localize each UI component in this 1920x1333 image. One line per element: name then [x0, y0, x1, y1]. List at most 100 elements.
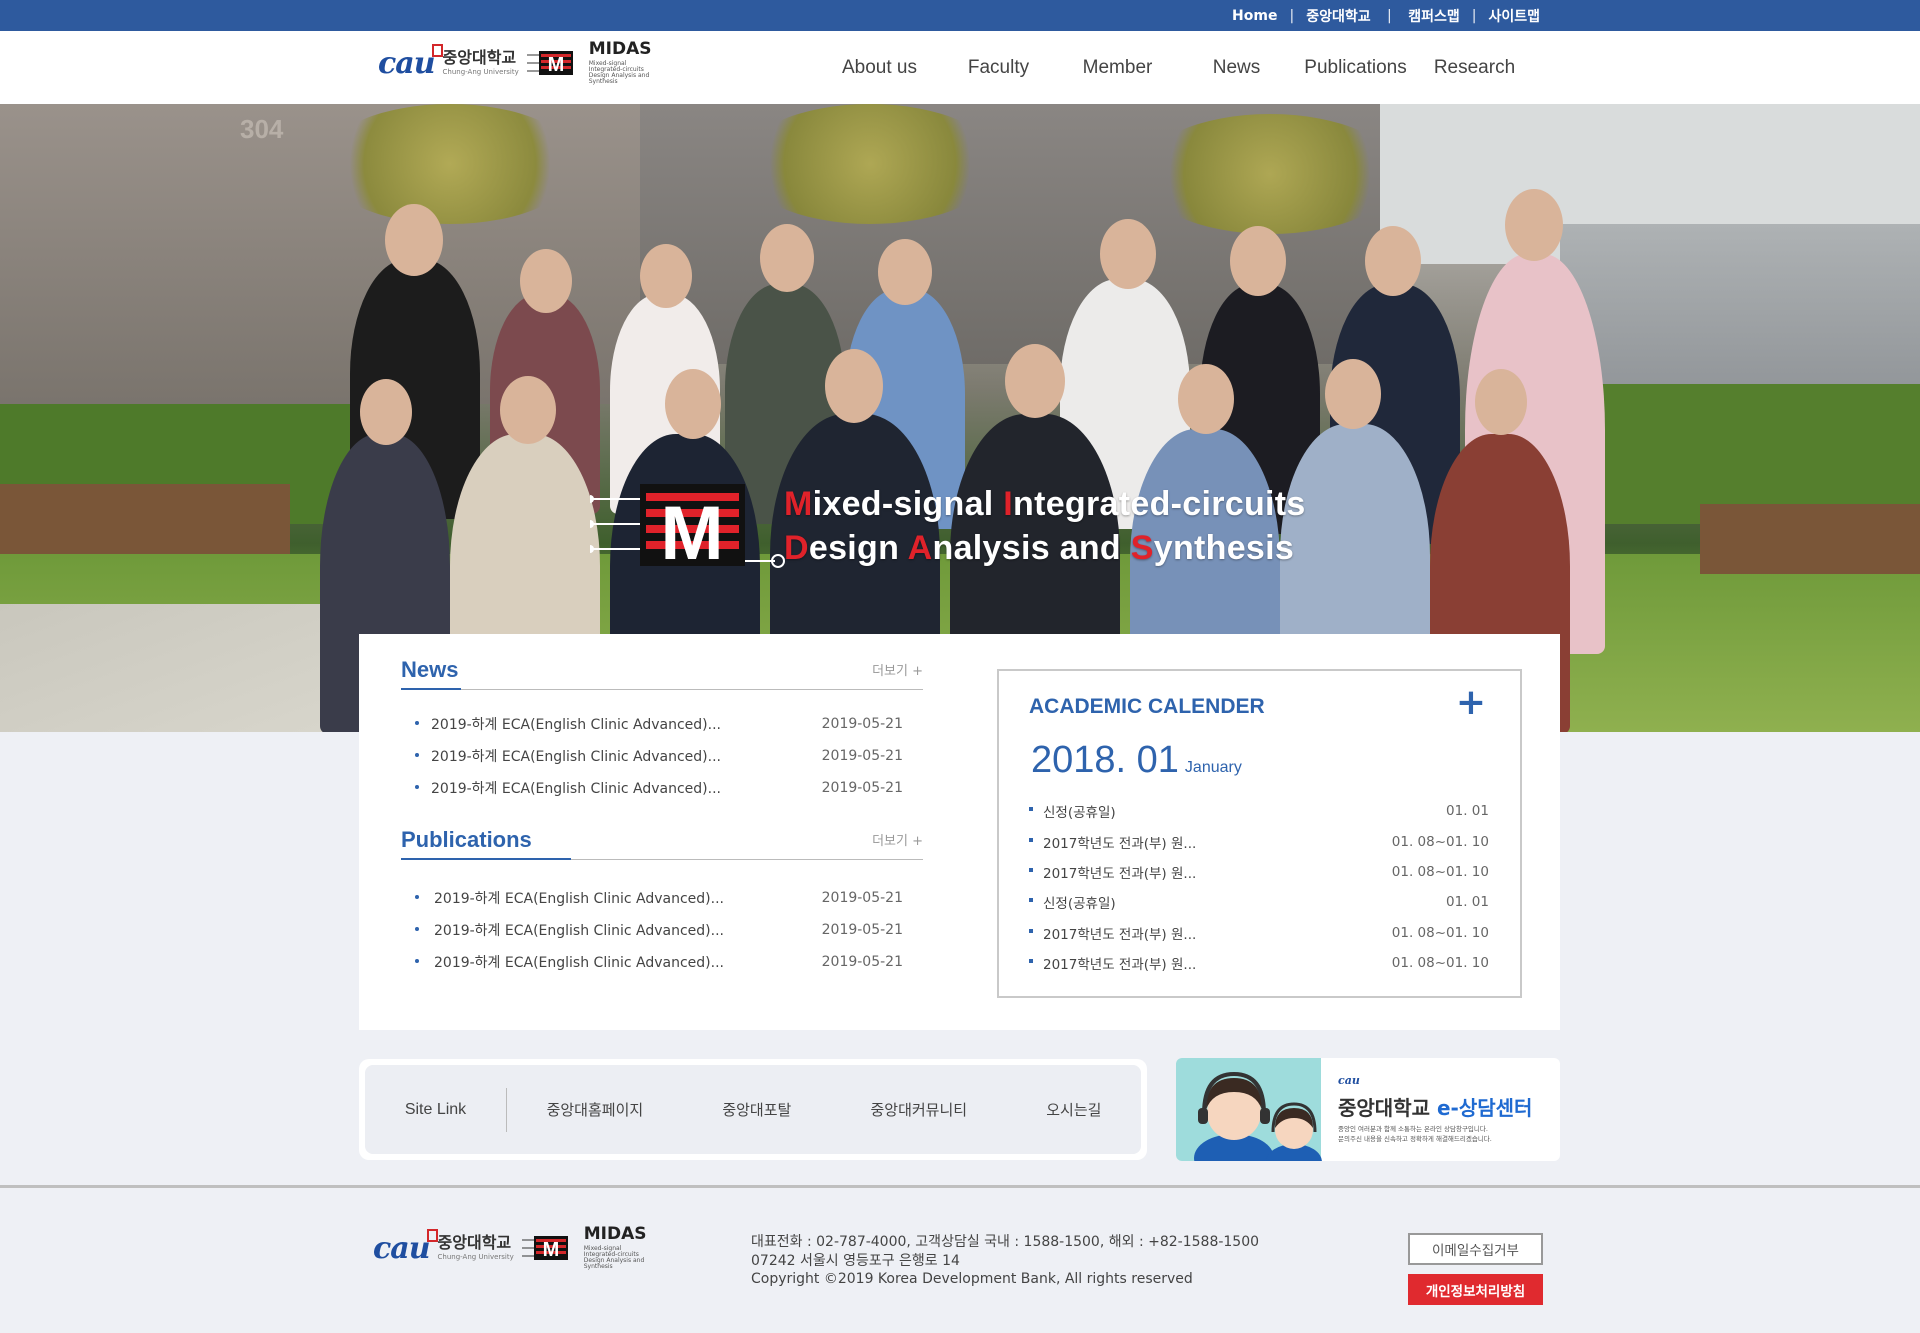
calendar-item-title: 2017학년도 전과(부) 원...: [1029, 953, 1196, 973]
email-refusal-button[interactable]: 이메일수집거부: [1408, 1233, 1543, 1265]
privacy-policy-button[interactable]: 개인정보처리방침: [1408, 1274, 1543, 1305]
header: CAU 중앙대학교 Chung-Ang University M MIDAS M…: [0, 31, 1920, 104]
top-utility-bar: Home | 중앙대학교 | 캠퍼스맵 | 사이트맵: [0, 0, 1920, 31]
person-head: [760, 224, 814, 292]
calendar-item[interactable]: 2017학년도 전과(부) 원... 01. 08~01. 10: [1029, 857, 1489, 887]
calendar-item[interactable]: 신정(공휴일) 01. 01: [1029, 796, 1489, 826]
lab-name: MIDAS Mixed-signal Integrated-circuits D…: [584, 1226, 654, 1270]
cau-logo-text: CAU: [378, 45, 436, 81]
midas-chip-icon: M: [521, 1236, 568, 1261]
publication-item[interactable]: 2019-하계 ECA(English Clinic Advanced)... 2…: [401, 946, 923, 978]
publication-item-date: 2019-05-21: [821, 922, 903, 938]
publications-list: 2019-하계 ECA(English Clinic Advanced)... 2…: [401, 882, 923, 978]
nav-member[interactable]: Member: [1058, 57, 1177, 79]
calendar-plus-icon[interactable]: +: [1456, 685, 1486, 721]
news-more-link[interactable]: 더보기 +: [872, 660, 923, 689]
site-link-portal[interactable]: 중앙대포탈: [722, 1099, 791, 1120]
hero-initial: S: [1130, 529, 1154, 567]
hero-initial: D: [784, 529, 809, 567]
calendar-item[interactable]: 2017학년도 전과(부) 원... 01. 08~01. 10: [1029, 918, 1489, 948]
calendar-item-date: 01. 01: [1446, 894, 1489, 911]
nav-faculty[interactable]: Faculty: [939, 57, 1058, 79]
sitemap-link[interactable]: 사이트맵: [1488, 6, 1540, 26]
cau-logo: CAU: [378, 43, 443, 81]
cau-link[interactable]: 중앙대학교: [1306, 6, 1370, 26]
hero-word: ntegrated-circuits: [1013, 485, 1306, 523]
publication-item[interactable]: 2019-하계 ECA(English Clinic Advanced)... 2…: [401, 882, 923, 914]
hero-tagline-line2: Design Analysis and Synthesis: [784, 526, 1306, 570]
cau-logo: CAU: [373, 1228, 438, 1266]
hero-tagline: Mixed-signal Integrated-circuits Design …: [784, 482, 1306, 570]
hero-bench: [0, 484, 290, 554]
midas-hero-logo: M: [590, 484, 785, 576]
lab-title: MIDAS: [583, 1224, 647, 1244]
publications-section: Publications 더보기 + 2019-하계 ECA(English C…: [401, 826, 923, 978]
site-link-inner: Site Link 중앙대홈페이지 중앙대포탈 중앙대커뮤니티 오시는길: [365, 1065, 1141, 1154]
counsel-description: 중앙인 여러분과 함께 소통하는 온라인 상담창구입니다. 문의주신 내용을 신…: [1338, 1124, 1548, 1144]
svg-text:M: M: [660, 491, 723, 576]
nav-news[interactable]: News: [1177, 57, 1296, 79]
person-head: [520, 249, 572, 313]
news-item-title: 2019-하계 ECA(English Clinic Advanced)...: [401, 778, 721, 798]
svg-text:M: M: [542, 1239, 559, 1261]
calendar-item-date: 01. 01: [1446, 803, 1489, 820]
home-link[interactable]: Home: [1232, 8, 1277, 24]
hero-word: esign: [808, 529, 908, 567]
hero-word: ynthesis: [1153, 529, 1295, 567]
counsel-title-ko: 중앙대학교: [1338, 1096, 1430, 1120]
footer-contact: 대표전화 : 02-787-4000, 고객상담실 국내 : 1588-1500…: [751, 1234, 1260, 1250]
site-logo[interactable]: CAU 중앙대학교 Chung-Ang University M MIDAS M…: [378, 41, 659, 85]
publication-item[interactable]: 2019-하계 ECA(English Clinic Advanced)... 2…: [401, 914, 923, 946]
news-item[interactable]: 2019-하계 ECA(English Clinic Advanced)... 2…: [401, 708, 923, 740]
calendar-item-date: 01. 08~01. 10: [1391, 863, 1489, 880]
hero-initial: A: [907, 529, 933, 567]
utility-links: Home | 중앙대학교 | 캠퍼스맵 | 사이트맵: [1232, 0, 1540, 31]
university-name-en: Chung-Ang University: [442, 68, 519, 76]
calendar-month-name: January: [1184, 759, 1242, 776]
news-item[interactable]: 2019-하계 ECA(English Clinic Advanced)... 2…: [401, 772, 923, 804]
footer-info: 대표전화 : 02-787-4000, 고객상담실 국내 : 1588-1500…: [751, 1233, 1259, 1289]
person-head: [878, 239, 932, 305]
lab-name: MIDAS Mixed-signal Integrated-circuits D…: [589, 41, 659, 85]
person-head: [360, 379, 412, 445]
hero-initial: M: [784, 485, 813, 523]
campus-map-link[interactable]: 캠퍼스맵: [1408, 6, 1460, 26]
nav-about-us[interactable]: About us: [820, 57, 939, 79]
person-head: [825, 349, 883, 423]
footer: CAU 중앙대학교 Chung-Ang University M MIDAS M…: [0, 1185, 1920, 1333]
e-counsel-banner[interactable]: CAU 중앙대학교 e-상담센터 중앙인 여러분과 함께 소통하는 온라인 상담…: [1176, 1058, 1560, 1161]
news-item-date: 2019-05-21: [821, 716, 903, 732]
counsel-desc-line: 문의주신 내용을 신속하고 정확하게 해결해드리겠습니다.: [1338, 1135, 1492, 1143]
news-title[interactable]: News: [401, 657, 458, 689]
footer-copyright: Copyright ©2019 Korea Development Bank, …: [751, 1271, 1193, 1287]
person-head: [665, 369, 721, 439]
cau-logo-mark: [426, 1228, 438, 1242]
calendar-title: ACADEMIC CALENDER: [1029, 695, 1265, 718]
news-section: News 더보기 + 2019-하계 ECA(English Clinic Ad…: [401, 656, 923, 804]
news-item-date: 2019-05-21: [821, 780, 903, 796]
footer-logo: CAU 중앙대학교 Chung-Ang University M MIDAS M…: [373, 1226, 654, 1270]
site-link-directions[interactable]: 오시는길: [1046, 1099, 1101, 1120]
counsel-cau-logo: CAU: [1338, 1074, 1360, 1087]
nav-research[interactable]: Research: [1415, 57, 1534, 79]
calendar-item[interactable]: 신정(공휴일) 01. 01: [1029, 887, 1489, 917]
publications-title[interactable]: Publications: [401, 827, 532, 859]
calendar-year-month: 2018. 01: [1031, 739, 1179, 781]
site-link-bar: Site Link 중앙대홈페이지 중앙대포탈 중앙대커뮤니티 오시는길: [359, 1059, 1147, 1160]
university-name-ko: 중앙대학교: [437, 1233, 512, 1252]
midas-chip-icon: M: [526, 51, 573, 76]
news-item[interactable]: 2019-하계 ECA(English Clinic Advanced)... 2…: [401, 740, 923, 772]
calendar-item[interactable]: 2017학년도 전과(부) 원... 01. 08~01. 10: [1029, 826, 1489, 856]
publications-more-link[interactable]: 더보기 +: [872, 830, 923, 859]
publication-item-title: 2019-하계 ECA(English Clinic Advanced)...: [401, 888, 724, 908]
publication-item-title: 2019-하계 ECA(English Clinic Advanced)...: [401, 952, 724, 972]
calendar-item[interactable]: 2017학년도 전과(부) 원... 01. 08~01. 10: [1029, 948, 1489, 978]
calendar-item-title: 2017학년도 전과(부) 원...: [1029, 832, 1196, 852]
nav-publications[interactable]: Publications: [1296, 57, 1415, 79]
counsel-desc-line: 중앙인 여러분과 함께 소통하는 온라인 상담창구입니다.: [1338, 1125, 1488, 1133]
person-head: [1365, 226, 1421, 296]
site-link-homepage[interactable]: 중앙대홈페이지: [547, 1099, 644, 1120]
hero-word: nalysis and: [932, 529, 1131, 567]
site-link-community[interactable]: 중앙대커뮤니티: [870, 1099, 967, 1120]
calendar-item-date: 01. 08~01. 10: [1391, 924, 1489, 941]
